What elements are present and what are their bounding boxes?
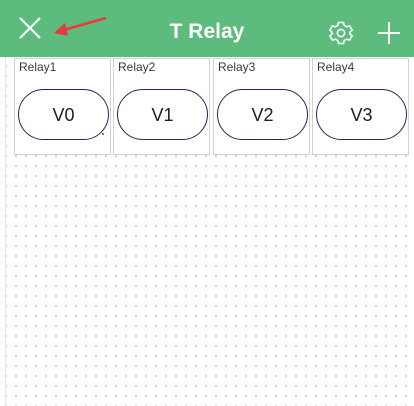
- plus-icon: [378, 22, 400, 44]
- relay3-button[interactable]: V2: [217, 89, 308, 140]
- gear-icon: [328, 21, 354, 45]
- widget-label: Relay1: [19, 60, 57, 74]
- widget-relay3[interactable]: Relay3 V2: [213, 58, 310, 155]
- top-bar: T Relay: [0, 0, 414, 57]
- widget-dot: [102, 133, 104, 135]
- widget-relay1[interactable]: Relay1 V0: [14, 58, 111, 155]
- widget-label: Relay2: [118, 60, 156, 74]
- settings-button[interactable]: [328, 20, 356, 48]
- relay1-button[interactable]: V0: [18, 89, 109, 140]
- relay2-button[interactable]: V1: [117, 89, 208, 140]
- relay4-button[interactable]: V3: [316, 89, 407, 140]
- close-icon: [19, 17, 41, 39]
- close-button[interactable]: [18, 16, 48, 46]
- widget-label: Relay4: [317, 60, 355, 74]
- app-screen: T Relay Relay1 V0 Relay2 V1 Relay3 V2 Re…: [0, 0, 414, 406]
- widget-relay2[interactable]: Relay2 V1: [113, 58, 210, 155]
- widget-label: Relay3: [218, 60, 256, 74]
- red-arrow-annotation: [54, 16, 107, 36]
- widget-relay4[interactable]: Relay4 V3: [312, 58, 409, 155]
- add-widget-button[interactable]: [375, 20, 403, 48]
